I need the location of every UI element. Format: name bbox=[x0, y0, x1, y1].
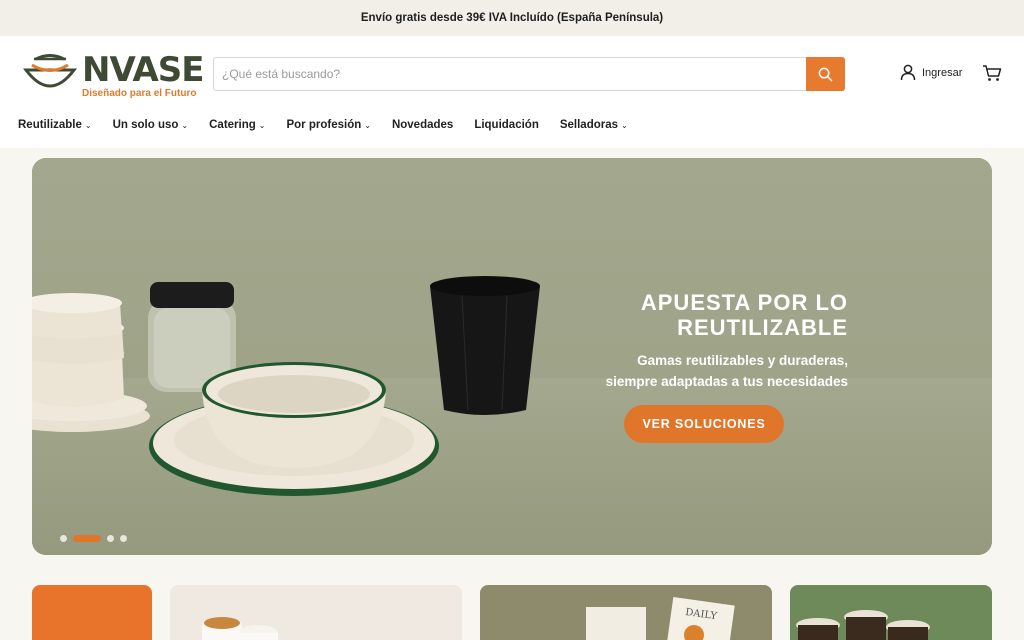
slider-dot[interactable] bbox=[60, 535, 67, 542]
hero-title-line: APUESTA POR LO bbox=[640, 290, 848, 315]
user-icon bbox=[900, 64, 916, 81]
drink-cups-image bbox=[796, 610, 930, 640]
slider-dot[interactable] bbox=[107, 535, 114, 542]
category-cards: DAILY bbox=[0, 585, 1024, 640]
brand-tagline: Diseñado para el Futuro bbox=[82, 88, 197, 99]
ver-soluciones-button[interactable]: VER SOLUCIONES bbox=[624, 405, 784, 443]
nav-label: Selladoras bbox=[559, 119, 619, 131]
announcement-bar: Envío gratis desde 39€ IVA Incluído (Esp… bbox=[0, 0, 1024, 36]
hero-title: APUESTA POR LO REUTILIZABLE bbox=[528, 290, 848, 340]
site-header: NVASE Diseñado para el Futuro Ingresar R… bbox=[0, 36, 1024, 148]
category-card[interactable] bbox=[170, 585, 462, 640]
nav-item-liquidacion[interactable]: Liquidación bbox=[474, 119, 539, 131]
cart-icon bbox=[983, 65, 1002, 81]
hero-subtitle-line: siempre adaptadas a tus necesidades bbox=[605, 374, 848, 389]
nav-item-un-solo-uso[interactable]: Un solo uso ⌄ bbox=[113, 119, 189, 131]
search-icon bbox=[818, 67, 833, 81]
nav-label: Reutilizable bbox=[18, 119, 82, 131]
category-card[interactable] bbox=[790, 585, 992, 640]
category-card[interactable] bbox=[32, 585, 152, 640]
cart-button[interactable] bbox=[982, 64, 1002, 87]
slider-pagination bbox=[60, 535, 127, 542]
login-label: Ingresar bbox=[922, 66, 963, 79]
nav-item-selladoras[interactable]: Selladoras ⌄ bbox=[560, 119, 628, 131]
brand-name: NVASE bbox=[82, 50, 204, 90]
nav-item-reutilizable[interactable]: Reutilizable ⌄ bbox=[18, 119, 92, 131]
search-bar bbox=[213, 57, 845, 91]
nav-item-catering[interactable]: Catering ⌄ bbox=[209, 119, 265, 131]
hero-banner: APUESTA POR LO REUTILIZABLE Gamas reutil… bbox=[32, 158, 992, 555]
chevron-down-icon: ⌄ bbox=[258, 120, 266, 130]
bowl-logo-icon bbox=[22, 54, 78, 88]
hero-image bbox=[32, 158, 992, 555]
chevron-down-icon: ⌄ bbox=[84, 120, 92, 130]
main-nav: Reutilizable ⌄ Un solo uso ⌄ Catering ⌄ Por… bbox=[18, 119, 649, 131]
nav-item-por-profesion[interactable]: Por profesión ⌄ bbox=[286, 119, 370, 131]
hero-title-line: REUTILIZABLE bbox=[677, 315, 848, 340]
brand-logo[interactable]: NVASE Diseñado para el Futuro bbox=[22, 48, 204, 99]
announcement-text: Envío gratis desde 39€ IVA Incluído (Esp… bbox=[360, 12, 664, 24]
nav-label: Un solo uso bbox=[112, 119, 179, 131]
nav-label: Por profesión bbox=[286, 119, 362, 131]
search-button[interactable] bbox=[806, 57, 845, 91]
nav-label: Catering bbox=[209, 119, 256, 131]
food-boxes-image: DAILY bbox=[586, 597, 735, 640]
search-input[interactable] bbox=[214, 58, 806, 90]
chevron-down-icon: ⌄ bbox=[621, 120, 628, 130]
nav-label: Novedades bbox=[391, 119, 454, 131]
nav-label: Liquidación bbox=[474, 119, 539, 131]
login-link[interactable]: Ingresar bbox=[900, 64, 962, 81]
nav-item-novedades[interactable]: Novedades bbox=[392, 119, 453, 131]
slider-dot-active[interactable] bbox=[73, 535, 101, 542]
category-card[interactable]: DAILY bbox=[480, 585, 772, 640]
hero-subtitle-line: Gamas reutilizables y duraderas, bbox=[637, 353, 848, 368]
slider-dot[interactable] bbox=[120, 535, 127, 542]
chevron-down-icon: ⌄ bbox=[181, 120, 189, 130]
coffee-cups-image bbox=[202, 617, 278, 640]
chevron-down-icon: ⌄ bbox=[364, 120, 371, 130]
hero-subtitle: Gamas reutilizables y duraderas, siempre… bbox=[528, 350, 848, 392]
